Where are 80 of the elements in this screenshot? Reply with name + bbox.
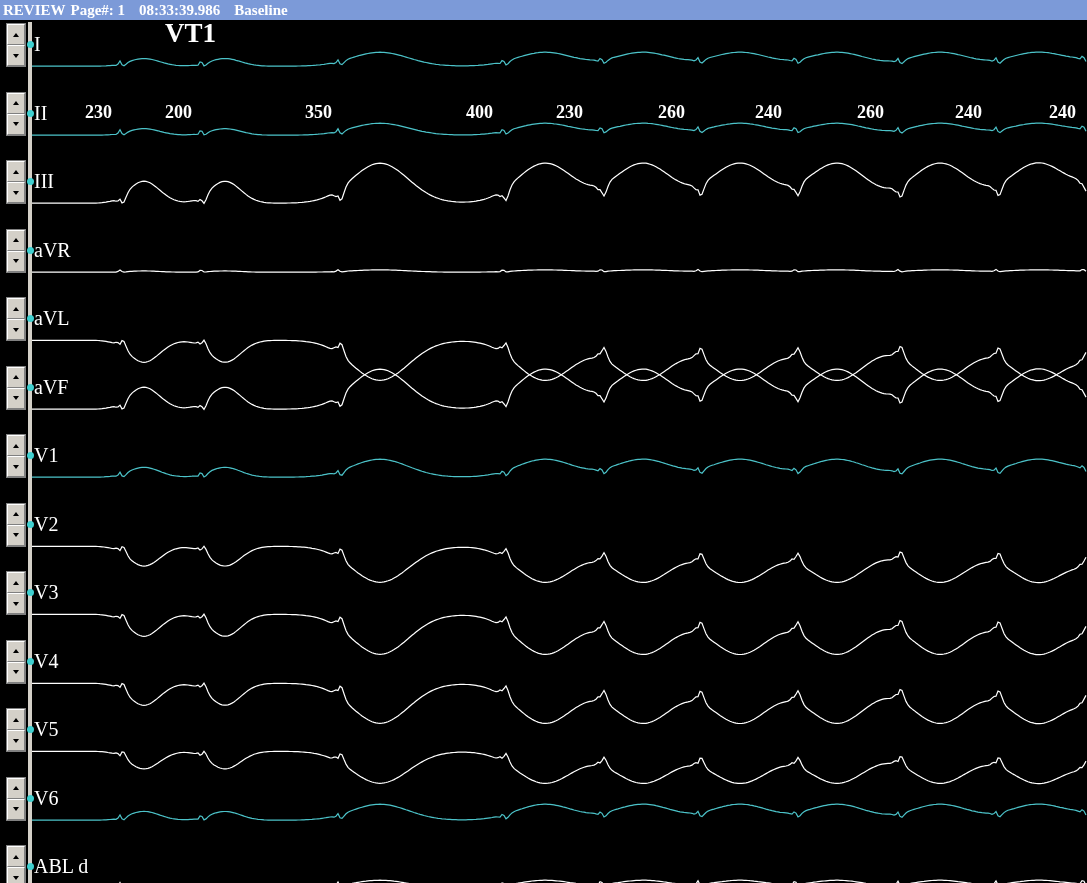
- scroll-down-button[interactable]: [7, 524, 25, 546]
- caret-up-icon: [13, 786, 19, 790]
- caret-up-icon: [13, 443, 19, 448]
- caret-down-icon: [13, 533, 19, 537]
- page-number: Page#: 1: [70, 2, 126, 18]
- caret-up-icon: [13, 717, 19, 722]
- caret-down-icon: [13, 190, 19, 195]
- interval-label: 240: [1049, 102, 1076, 121]
- timestamp: 08:33:39.986: [139, 2, 221, 18]
- caret-up-icon: [13, 512, 19, 516]
- caret-down-icon: [13, 738, 19, 743]
- scroll-up-button[interactable]: [7, 846, 25, 867]
- interval-label: 260: [857, 102, 884, 121]
- caret-down-icon: [13, 670, 19, 674]
- lead-label: V6: [33, 785, 59, 808]
- scroll-down-button[interactable]: [7, 250, 25, 272]
- rhythm-label: VT1: [165, 20, 216, 47]
- caret-up-icon: [13, 649, 19, 653]
- caret-down-icon: [13, 464, 19, 469]
- scroll-up-button[interactable]: [7, 298, 25, 319]
- caret-down-icon: [13, 875, 19, 880]
- lead-label: V4: [33, 648, 59, 671]
- caret-down-icon: [13, 259, 19, 263]
- scroll-down-button[interactable]: [7, 798, 25, 820]
- caret-up-icon: [13, 580, 19, 585]
- lead-label: aVR: [33, 237, 71, 260]
- scroll-up-button[interactable]: [7, 435, 25, 456]
- interval-label: 230: [556, 102, 583, 121]
- scroll-down-button[interactable]: [7, 113, 25, 135]
- caret-down-icon: [13, 396, 19, 400]
- caret-down-icon: [13, 601, 19, 606]
- lead-label: V5: [33, 717, 59, 739]
- scroll-down-button[interactable]: [7, 387, 25, 409]
- scroll-up-button[interactable]: [7, 503, 25, 525]
- caret-down-icon: [13, 122, 19, 126]
- caret-up-icon: [13, 306, 19, 311]
- caret-down-icon: [13, 327, 19, 332]
- interval-label: 260: [658, 102, 685, 121]
- interval-label: 400: [466, 102, 493, 121]
- lead-label: III: [33, 169, 54, 191]
- scroll-down-button[interactable]: [7, 730, 25, 751]
- scroll-up-button[interactable]: [7, 92, 25, 114]
- scroll-down-button[interactable]: [7, 661, 25, 683]
- caret-up-icon: [13, 101, 19, 105]
- lead-label: V2: [33, 511, 59, 534]
- scroll-up-button[interactable]: [7, 161, 25, 182]
- scroll-up-button[interactable]: [7, 572, 25, 593]
- lead-label: aVF: [33, 374, 69, 397]
- caret-up-icon: [13, 238, 19, 242]
- lead-label: V3: [33, 580, 59, 602]
- interval-label: 230: [85, 102, 112, 121]
- scroll-down-button[interactable]: [7, 182, 25, 203]
- interval-label: 240: [955, 102, 982, 121]
- caret-up-icon: [13, 375, 19, 379]
- scroll-down-button[interactable]: [7, 456, 25, 477]
- lead-label: I: [33, 32, 41, 54]
- scroll-down-button[interactable]: [7, 867, 25, 883]
- lead-label: ABL d: [33, 854, 89, 876]
- caret-down-icon: [13, 807, 19, 811]
- interval-label: 200: [165, 102, 192, 121]
- caret-up-icon: [13, 854, 19, 859]
- caret-up-icon: [13, 169, 19, 174]
- mode-label: REVIEW: [3, 2, 66, 18]
- scroll-up-button[interactable]: [7, 640, 25, 662]
- scroll-up-button[interactable]: [7, 24, 25, 45]
- lead-label: V1: [33, 443, 59, 465]
- scroll-up-button[interactable]: [7, 229, 25, 251]
- lead-label: II: [33, 100, 48, 123]
- interval-label: 350: [305, 102, 332, 121]
- scroll-up-button[interactable]: [7, 366, 25, 388]
- caret-up-icon: [13, 32, 19, 37]
- baseline-label: Baseline: [234, 2, 288, 18]
- interval-label: 240: [755, 102, 782, 121]
- scroll-down-button[interactable]: [7, 45, 25, 66]
- lead-label: aVL: [33, 306, 70, 328]
- scroll-down-button[interactable]: [7, 319, 25, 340]
- scroll-down-button[interactable]: [7, 593, 25, 614]
- scroll-up-button[interactable]: [7, 777, 25, 799]
- caret-down-icon: [13, 53, 19, 58]
- scroll-up-button[interactable]: [7, 709, 25, 730]
